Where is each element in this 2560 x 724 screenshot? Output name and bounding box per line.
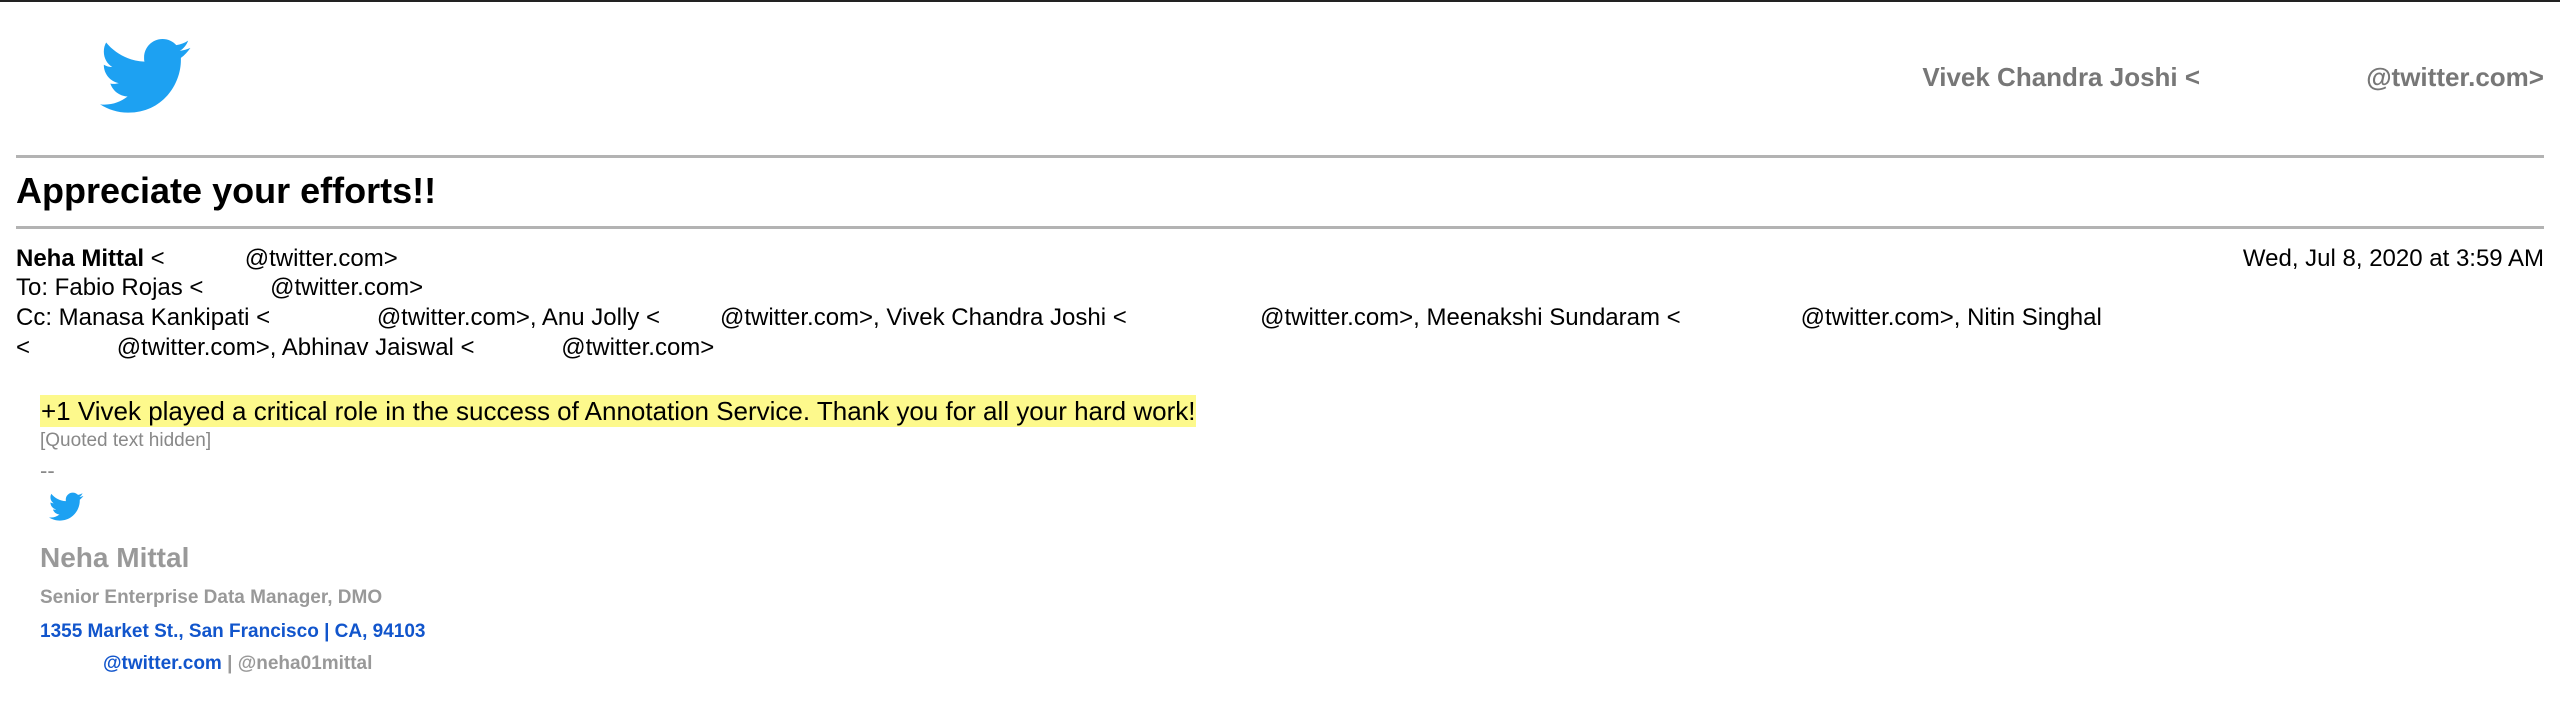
- signature-contact-separator: |: [221, 653, 238, 674]
- sender-line: Neha Mittal < @twitter.com>: [16, 244, 398, 274]
- sender-name: Neha Mittal: [16, 245, 145, 272]
- print-header: Vivek Chandra Joshi < @twitter.com>: [0, 0, 2560, 150]
- email-subject: Appreciate your efforts!!: [16, 170, 437, 211]
- cc-line-continued: < @twitter.com>, Abhinav Jaiswal < @twit…: [16, 334, 715, 361]
- signature-separator: --: [40, 458, 55, 483]
- twitter-bird-icon: [49, 492, 84, 521]
- email-body: +1 Vivek played a critical role in the s…: [40, 395, 1197, 427]
- signature-email-link[interactable]: @twitter.com: [103, 653, 222, 674]
- to-line: To: Fabio Rojas < @twitter.com>: [16, 274, 424, 301]
- account-header: Vivek Chandra Joshi < @twitter.com>: [1922, 62, 2544, 92]
- quoted-text-toggle[interactable]: [Quoted text hidden]: [40, 430, 211, 452]
- divider: [16, 226, 2544, 229]
- signature-title: Senior Enterprise Data Manager, DMO: [40, 587, 383, 608]
- twitter-bird-icon: [100, 39, 191, 113]
- signature-contact: @twitter.com | @neha01mittal: [103, 653, 372, 675]
- signature-name: Neha Mittal: [40, 542, 190, 573]
- sender-address: < @twitter.com>: [144, 245, 398, 272]
- signature-handle: @neha01mittal: [237, 653, 373, 674]
- signature-address-link[interactable]: 1355 Market St., San Francisco | CA, 941…: [40, 621, 426, 643]
- divider: [16, 155, 2544, 158]
- email-date: Wed, Jul 8, 2020 at 3:59 AM: [2242, 245, 2544, 272]
- cc-line: Cc: Manasa Kankipati < @twitter.com>, An…: [16, 304, 2102, 331]
